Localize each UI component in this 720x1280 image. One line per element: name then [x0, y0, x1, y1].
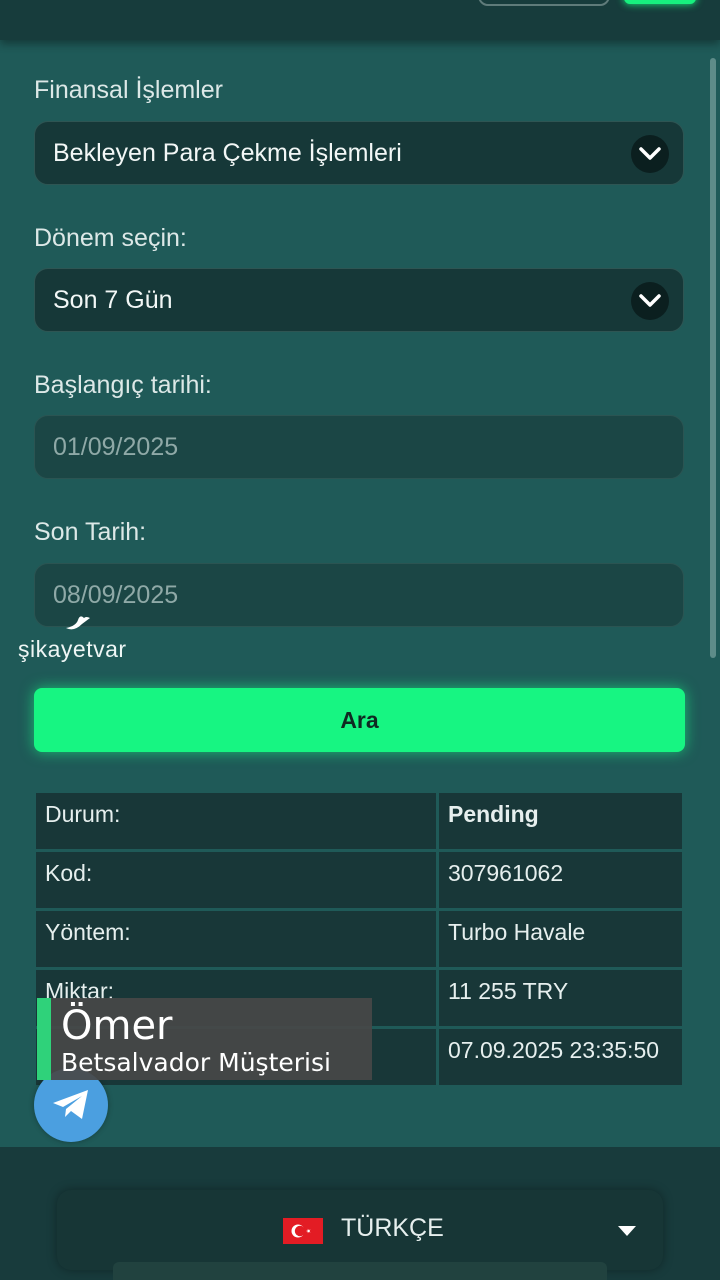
sikayetvar-watermark: şikayetvar: [18, 612, 148, 666]
bird-logo-icon: [66, 616, 90, 630]
period-value: Son 7 Gün: [53, 285, 173, 314]
telegram-icon: [53, 1090, 88, 1119]
turkey-flag-icon: [283, 1218, 323, 1244]
chevron-down-icon: [631, 282, 669, 320]
start-date-input[interactable]: 01/09/2025: [34, 415, 684, 479]
financial-transactions-select[interactable]: Bekleyen Para Çekme İşlemleri: [34, 121, 684, 185]
start-date-value: 01/09/2025: [53, 432, 179, 461]
scrollbar[interactable]: [710, 58, 716, 658]
chevron-down-icon: [631, 135, 669, 173]
financial-transactions-label: Finansal İşlemler: [34, 76, 223, 104]
top-bar: [0, 0, 720, 40]
language-selector[interactable]: TÜRKÇE: [57, 1190, 663, 1270]
code-value: 307961062: [439, 852, 682, 911]
language-label: TÜRKÇE: [341, 1214, 444, 1242]
table-row: Kod: 307961062: [36, 852, 682, 911]
date-value: 07.09.2025 23:35:50: [439, 1029, 682, 1088]
amount-value: 11 255 TRY: [439, 970, 682, 1029]
bottom-panel-edge: [113, 1262, 607, 1280]
video-caption: Ömer Betsalvador Müşterisi: [37, 998, 372, 1080]
caption-accent-bar: [37, 998, 51, 1080]
period-label: Dönem seçin:: [34, 224, 187, 252]
start-date-label: Başlangıç tarihi:: [34, 371, 212, 399]
table-row: Yöntem: Turbo Havale: [36, 911, 682, 970]
caption-subtitle: Betsalvador Müşterisi: [61, 1048, 331, 1077]
table-key: Yöntem:: [36, 911, 439, 970]
table-row: Durum: Pending: [36, 793, 682, 852]
status-value: Pending: [439, 793, 682, 852]
header-green-button[interactable]: [624, 0, 696, 4]
watermark-text: şikayetvar: [18, 636, 127, 662]
table-key: Durum:: [36, 793, 439, 852]
caret-down-icon: [618, 1226, 636, 1236]
table-key: Kod:: [36, 852, 439, 911]
end-date-label: Son Tarih:: [34, 518, 147, 546]
header-outline-button[interactable]: [478, 0, 610, 6]
financial-transactions-value: Bekleyen Para Çekme İşlemleri: [53, 138, 402, 167]
search-button[interactable]: Ara: [34, 688, 685, 752]
period-select[interactable]: Son 7 Gün: [34, 268, 684, 332]
method-value: Turbo Havale: [439, 911, 682, 970]
end-date-value: 08/09/2025: [53, 580, 179, 609]
caption-name: Ömer: [61, 1003, 173, 1049]
